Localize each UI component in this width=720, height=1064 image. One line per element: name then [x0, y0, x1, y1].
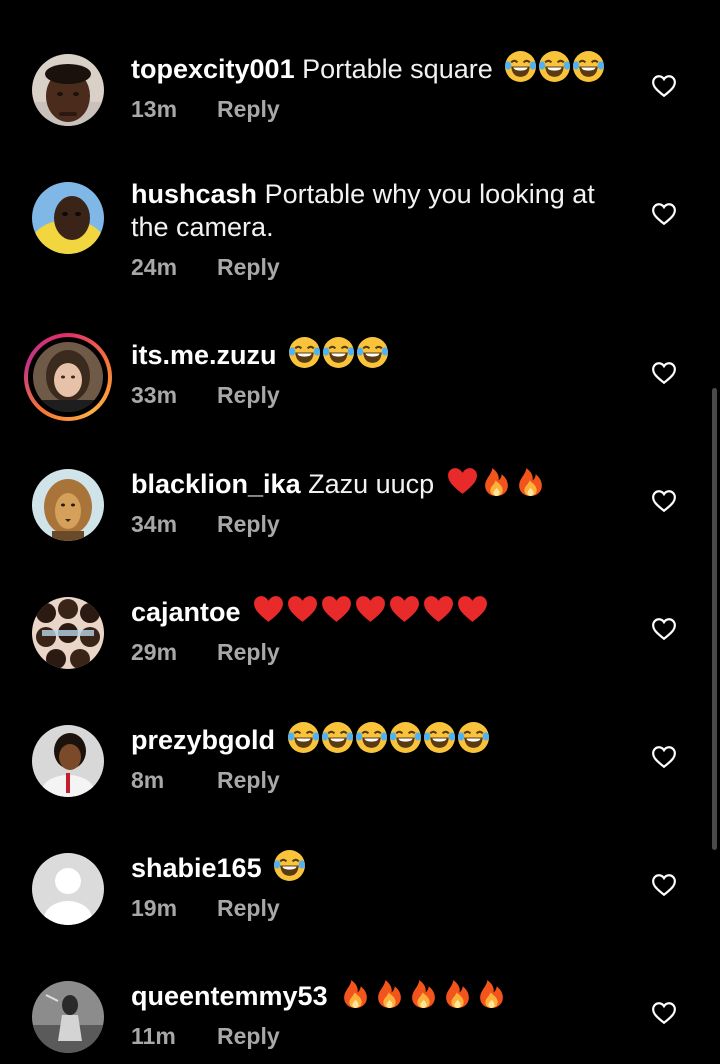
avatar-story-ring[interactable]	[24, 333, 112, 421]
like-heart-icon[interactable]	[651, 744, 677, 770]
emoji-group	[339, 977, 508, 1010]
laughing-emoji-icon	[457, 721, 490, 754]
fire-emoji-icon	[407, 977, 440, 1010]
emoji-group	[252, 593, 489, 626]
scrollbar[interactable]	[712, 388, 717, 850]
timestamp: 13m	[131, 96, 178, 122]
username-link[interactable]: shabie165	[131, 853, 262, 883]
red-heart-emoji-icon	[286, 593, 319, 626]
avatar[interactable]	[32, 54, 104, 126]
reply-button[interactable]: Reply	[217, 637, 280, 667]
like-heart-icon[interactable]	[651, 488, 677, 514]
comment-text: hushcash Portable why you looking at the…	[131, 178, 611, 244]
reply-button[interactable]: Reply	[217, 252, 280, 282]
comment-meta: 33m Reply	[131, 380, 611, 410]
laughing-emoji-icon	[288, 336, 321, 369]
red-heart-emoji-icon	[320, 593, 353, 626]
timestamp: 19m	[131, 895, 178, 921]
emoji-group	[287, 721, 490, 754]
timestamp: 29m	[131, 639, 178, 665]
reply-button[interactable]: Reply	[217, 509, 280, 539]
reply-button[interactable]: Reply	[217, 893, 280, 923]
comment-meta: 34m Reply	[131, 509, 611, 539]
fire-emoji-icon	[339, 977, 372, 1010]
comment-text: shabie165	[131, 849, 611, 885]
avatar	[33, 342, 103, 412]
fire-emoji-icon	[373, 977, 406, 1010]
like-heart-icon[interactable]	[651, 872, 677, 898]
comment-meta: 13m Reply	[131, 94, 611, 124]
laughing-emoji-icon	[273, 849, 306, 882]
comment-body: Zazu uucp	[308, 469, 435, 499]
laughing-emoji-icon	[321, 721, 354, 754]
username-link[interactable]: its.me.zuzu	[131, 340, 277, 370]
timestamp: 33m	[131, 382, 178, 408]
reply-button[interactable]: Reply	[217, 380, 280, 410]
laughing-emoji-icon	[504, 50, 537, 83]
laughing-emoji-icon	[322, 336, 355, 369]
fire-emoji-icon	[475, 977, 508, 1010]
fire-emoji-icon	[441, 977, 474, 1010]
username-link[interactable]: prezybgold	[131, 725, 275, 755]
like-heart-icon[interactable]	[651, 73, 677, 99]
emoji-group	[504, 50, 605, 83]
timestamp: 34m	[131, 511, 178, 537]
avatar[interactable]	[32, 725, 104, 797]
red-heart-emoji-icon	[446, 465, 479, 498]
avatar[interactable]	[32, 597, 104, 669]
like-heart-icon[interactable]	[651, 201, 677, 227]
timestamp: 11m	[131, 1023, 176, 1049]
comment-meta: 29m Reply	[131, 637, 611, 667]
comment-text: its.me.zuzu	[131, 336, 611, 372]
username-link[interactable]: cajantoe	[131, 597, 241, 627]
red-heart-emoji-icon	[388, 593, 421, 626]
reply-button[interactable]: Reply	[217, 1021, 280, 1051]
emoji-group	[273, 849, 306, 882]
comment-body: Portable square	[302, 54, 493, 84]
comment-text: blacklion_ika Zazu uucp	[131, 465, 611, 501]
timestamp: 8m	[131, 767, 165, 793]
like-heart-icon[interactable]	[651, 1000, 677, 1026]
username-link[interactable]: hushcash	[131, 179, 257, 209]
comment-meta: 19m Reply	[131, 893, 611, 923]
fire-emoji-icon	[514, 465, 547, 498]
avatar[interactable]	[32, 182, 104, 254]
laughing-emoji-icon	[389, 721, 422, 754]
red-heart-emoji-icon	[354, 593, 387, 626]
laughing-emoji-icon	[572, 50, 605, 83]
avatar[interactable]	[32, 853, 104, 925]
comment-text: topexcity001 Portable square	[131, 50, 611, 86]
laughing-emoji-icon	[355, 721, 388, 754]
laughing-emoji-icon	[287, 721, 320, 754]
laughing-emoji-icon	[356, 336, 389, 369]
comment-text: prezybgold	[131, 721, 611, 757]
avatar[interactable]	[32, 981, 104, 1053]
red-heart-emoji-icon	[252, 593, 285, 626]
red-heart-emoji-icon	[422, 593, 455, 626]
comment-text: cajantoe	[131, 593, 611, 629]
avatar[interactable]	[32, 469, 104, 541]
comment-meta: 8m Reply	[131, 765, 611, 795]
username-link[interactable]: queentemmy53	[131, 981, 328, 1011]
comment-text: queentemmy53	[131, 977, 611, 1013]
like-heart-icon[interactable]	[651, 616, 677, 642]
laughing-emoji-icon	[423, 721, 456, 754]
reply-button[interactable]: Reply	[217, 765, 280, 795]
red-heart-emoji-icon	[456, 593, 489, 626]
username-link[interactable]: blacklion_ika	[131, 469, 301, 499]
reply-button[interactable]: Reply	[217, 94, 280, 124]
username-link[interactable]: topexcity001	[131, 54, 295, 84]
fire-emoji-icon	[480, 465, 513, 498]
avatar-ring-gap	[28, 337, 108, 417]
emoji-group	[446, 465, 547, 498]
comment-meta: 11m Reply	[131, 1021, 611, 1051]
emoji-group	[288, 336, 389, 369]
comment-meta: 24m Reply	[131, 252, 611, 282]
timestamp: 24m	[131, 254, 178, 280]
like-heart-icon[interactable]	[651, 360, 677, 386]
laughing-emoji-icon	[538, 50, 571, 83]
